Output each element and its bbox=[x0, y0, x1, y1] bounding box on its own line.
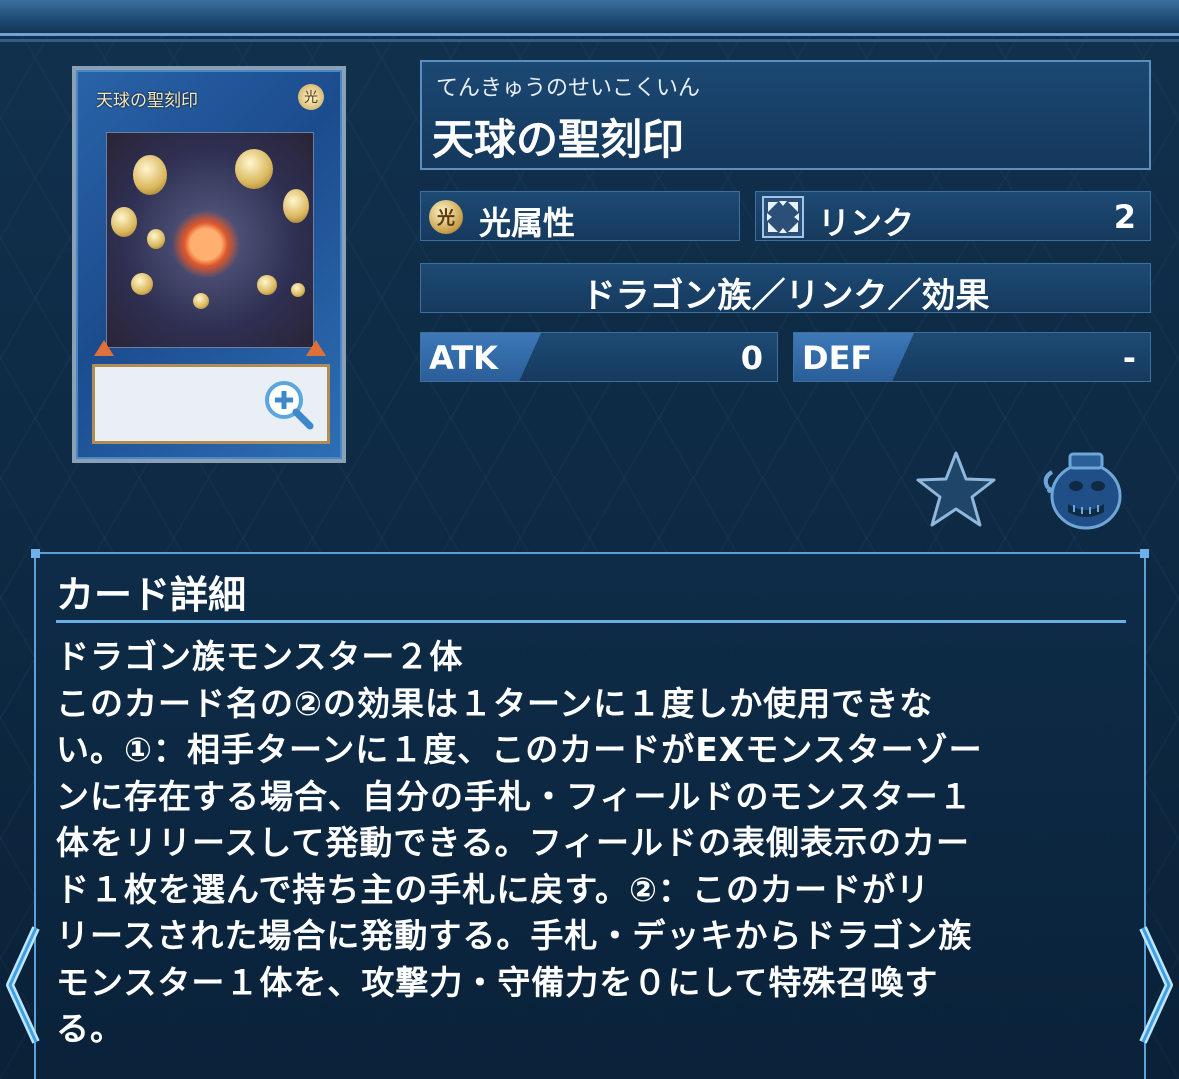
card-name-reading: てんきゅうのせいこくいん bbox=[436, 76, 701, 101]
card-name-box: てんきゅうのせいこくいん 天球の聖刻印 bbox=[420, 60, 1151, 170]
card-detail-panel: カード詳細 ドラゴン族モンスター２体 このカード名の②の効果は１ターンに１度しか… bbox=[31, 549, 1149, 1079]
card-artwork bbox=[106, 132, 314, 348]
atk-label: ATK bbox=[429, 339, 498, 377]
atk-box: ATK 0 bbox=[420, 332, 778, 382]
card-detail-title: カード詳細 bbox=[56, 573, 247, 617]
type-line: ドラゴン族／リンク／効果 bbox=[581, 276, 990, 316]
attribute-label: 光属性 bbox=[479, 204, 576, 242]
link-arrows-icon bbox=[762, 196, 804, 238]
card-effect-text: ドラゴン族モンスター２体 このカード名の②の効果は１ターンに１度しか使用できな … bbox=[56, 637, 983, 1048]
link-arrow-bottom-right bbox=[306, 340, 326, 356]
chevron-right-icon[interactable] bbox=[1135, 920, 1179, 1050]
chevron-left-icon[interactable] bbox=[0, 920, 44, 1050]
panel-corner bbox=[1140, 549, 1149, 558]
pot-of-greed-icon[interactable] bbox=[1040, 446, 1124, 532]
light-attribute-icon: 光 bbox=[429, 200, 463, 234]
type-line-box: ドラゴン族／リンク／効果 bbox=[420, 263, 1151, 316]
top-bar bbox=[0, 0, 1179, 42]
panel-corner bbox=[31, 549, 40, 558]
star-icon[interactable] bbox=[914, 449, 998, 529]
card-image-name: 天球の聖刻印 bbox=[96, 91, 198, 111]
def-label: DEF bbox=[802, 339, 873, 377]
zoom-in-icon[interactable] bbox=[260, 376, 316, 432]
card-image[interactable]: 天球の聖刻印 光 bbox=[72, 66, 346, 463]
atk-value: 0 bbox=[740, 339, 763, 377]
attribute-box: 光 光属性 bbox=[420, 191, 740, 242]
link-arrow-bottom-left bbox=[94, 340, 114, 356]
card-image-attribute: 光 bbox=[298, 84, 324, 110]
card-name-title: 天球の聖刻印 bbox=[432, 115, 685, 164]
link-rating-value: 2 bbox=[1113, 198, 1136, 236]
link-label: リンク bbox=[818, 204, 915, 242]
def-box: DEF - bbox=[793, 332, 1151, 382]
card-detail-divider bbox=[56, 620, 1126, 623]
card-frame: 天球の聖刻印 光 bbox=[76, 70, 342, 459]
def-value: - bbox=[1122, 339, 1136, 377]
link-rating-box: リンク 2 bbox=[755, 191, 1151, 242]
